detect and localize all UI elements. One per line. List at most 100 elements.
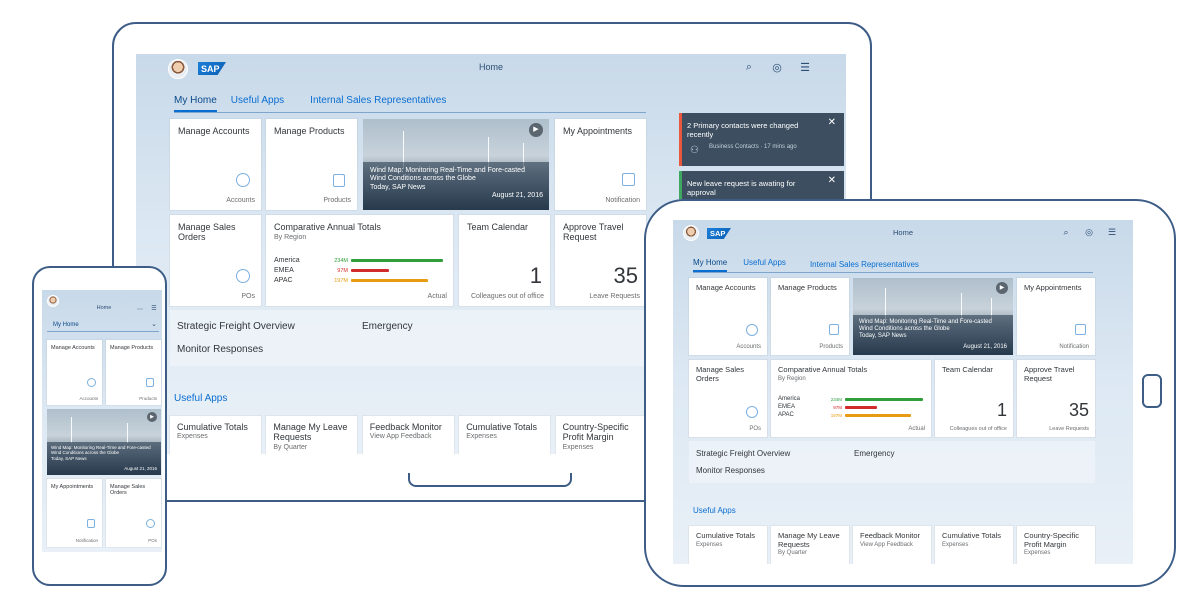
link-strategic-freight[interactable]: Strategic Freight Overview <box>696 449 790 458</box>
copilot-icon[interactable]: ◎ <box>770 61 784 74</box>
copilot-icon[interactable]: ◎ <box>1083 227 1095 238</box>
user-avatar[interactable] <box>168 59 188 79</box>
tile-my-appointments[interactable]: My Appointments Notification <box>47 479 102 547</box>
notification-item[interactable]: New leave request is awating for approva… <box>679 171 844 199</box>
useful-app-tile[interactable]: Cumulative Totals Expenses <box>689 526 767 564</box>
tile-title: Cumulative Totals Expenses <box>466 422 545 441</box>
useful-app-tile[interactable]: Feedback Monitor View App Feedback <box>362 416 454 454</box>
tile-manage-products[interactable]: Manage Products Products <box>266 119 357 210</box>
accounts-icon <box>746 324 758 336</box>
tile-title: Feedback Monitor View App Feedback <box>860 531 926 549</box>
tab-useful-apps[interactable]: Useful Apps <box>231 95 284 112</box>
tab-my-home[interactable]: My Home <box>174 95 217 112</box>
useful-app-tile[interactable]: Cumulative Totals Expenses <box>935 526 1013 564</box>
tile-subtitle: By Quarter <box>273 443 308 451</box>
user-avatar[interactable] <box>683 225 699 241</box>
tab-select[interactable]: My Home ⌄ <box>47 320 159 332</box>
tile-title: Manage Products <box>778 283 837 292</box>
play-icon[interactable]: ▶ <box>529 123 543 137</box>
tile-comparative-totals[interactable]: Comparative Annual Totals By Region Amer… <box>266 215 453 306</box>
chart-row: America 234M <box>778 396 923 402</box>
menu-icon[interactable]: ☰ <box>150 305 158 312</box>
chart-bar <box>351 259 443 262</box>
news-date: August 21, 2016 <box>492 192 543 199</box>
accounts-icon <box>236 173 250 187</box>
link-emergency[interactable]: Emergency <box>362 321 413 332</box>
overflow-icon[interactable]: ⋯ <box>136 306 144 313</box>
tile-title: Manage Accounts <box>696 283 756 292</box>
news-tile[interactable]: ▶ Wind Map: Monitoring Real-Time and For… <box>363 119 549 210</box>
user-avatar[interactable] <box>47 295 59 307</box>
tile-footer: POs <box>241 293 255 300</box>
tab-useful-apps[interactable]: Useful Apps <box>743 258 786 272</box>
tile-footer: Actual <box>427 293 447 300</box>
products-icon <box>333 174 345 187</box>
tab-my-home[interactable]: My Home <box>693 258 728 272</box>
link-monitor-responses[interactable]: Monitor Responses <box>696 466 765 475</box>
tile-manage-accounts[interactable]: Manage Accounts Accounts <box>689 278 767 355</box>
anchor-bar: My Home Useful Apps Internal Sales Repre… <box>174 95 446 112</box>
useful-app-tile[interactable]: Country-Specific Profit Margin Expenses <box>1017 526 1095 564</box>
tile-comparative-totals[interactable]: Comparative Annual Totals By Region Amer… <box>771 360 931 437</box>
play-icon[interactable]: ▶ <box>996 282 1008 294</box>
useful-app-tile[interactable]: Country-Specific Profit Margin Expenses <box>555 416 647 454</box>
chart-row: APAC 197M <box>778 412 911 418</box>
tile-footer: Colleagues out of office <box>949 426 1007 432</box>
tile-manage-products[interactable]: Manage Products Products <box>106 340 161 405</box>
tile-footer: Accounts <box>79 396 98 401</box>
tile-team-calendar[interactable]: Team Calendar 1 Colleagues out of office <box>935 360 1013 437</box>
tablet-home-button[interactable] <box>1142 374 1162 408</box>
tile-manage-accounts[interactable]: Manage Accounts Accounts <box>170 119 261 210</box>
notification-item[interactable]: 2 Primary contacts were changed recently… <box>679 113 844 166</box>
search-icon[interactable]: ⌕ <box>742 61 756 74</box>
news-source: Today, SAP News <box>51 455 87 461</box>
tile-subtitle: Expenses <box>177 433 208 441</box>
tile-manage-accounts[interactable]: Manage Accounts Accounts <box>47 340 102 405</box>
close-icon[interactable]: ✕ <box>828 117 836 128</box>
link-emergency[interactable]: Emergency <box>854 449 894 458</box>
tile-team-calendar[interactable]: Team Calendar 1 Colleagues out of office <box>459 215 550 306</box>
comparison-chart: America 234M EMEA 97M APAC 197M <box>274 257 446 287</box>
tile-subtitle: By Region <box>274 234 307 241</box>
tab-internal-sales[interactable]: Internal Sales Representatives <box>810 260 919 272</box>
menu-icon[interactable]: ☰ <box>798 61 812 74</box>
shell-title: Home <box>892 228 913 237</box>
tile-manage-sales-orders[interactable]: Manage Sales Orders POs <box>689 360 767 437</box>
useful-app-tile[interactable]: Cumulative Totals Expenses <box>459 416 551 454</box>
tab-internal-sales[interactable]: Internal Sales Representatives <box>310 95 446 112</box>
news-tile[interactable]: ▶ Wind Map: Monitoring Real-Time and For… <box>853 278 1013 355</box>
tile-footer: POs <box>148 538 157 543</box>
tile-footer: Products <box>819 344 843 350</box>
tile-title: Country-Specific Profit Margin Expenses <box>563 422 642 452</box>
useful-app-tile[interactable]: Manage My Leave Requests By Quarter <box>266 416 358 454</box>
link-monitor-responses[interactable]: Monitor Responses <box>177 344 263 355</box>
tile-title: Cumulative Totals Expenses <box>942 531 1008 549</box>
tile-title: My Appointments <box>563 126 633 136</box>
tile-footer: Notification <box>605 197 640 204</box>
tile-footer: Accounts <box>736 344 761 350</box>
tile-manage-products[interactable]: Manage Products Products <box>771 278 849 355</box>
tile-my-appointments[interactable]: My Appointments Notification <box>555 119 646 210</box>
tile-my-appointments[interactable]: My Appointments Notification <box>1017 278 1095 355</box>
chart-category-label: America <box>778 396 801 402</box>
chart-value-label: 97M <box>833 404 842 410</box>
tile-title: Comparative Annual Totals <box>274 222 381 232</box>
tile-footer: POs <box>749 426 761 432</box>
news-source: Today, SAP News <box>859 333 907 340</box>
tile-approve-travel[interactable]: Approve Travel Request 35 Leave Requests <box>555 215 646 306</box>
chart-row: EMEA 97M <box>778 404 877 410</box>
tile-manage-sales-orders[interactable]: Manage Sales Orders POs <box>170 215 261 306</box>
play-icon[interactable]: ▶ <box>147 412 157 422</box>
useful-app-tile[interactable]: Cumulative Totals Expenses <box>170 416 261 454</box>
useful-app-tile[interactable]: Feedback Monitor View App Feedback <box>853 526 931 564</box>
useful-app-tile[interactable]: Manage My Leave Requests By Quarter <box>771 526 849 564</box>
search-icon[interactable]: ⌕ <box>1060 227 1072 238</box>
menu-icon[interactable]: ☰ <box>1106 227 1118 238</box>
link-strategic-freight[interactable]: Strategic Freight Overview <box>177 321 295 332</box>
tile-approve-travel[interactable]: Approve Travel Request 35 Leave Requests <box>1017 360 1095 437</box>
close-icon[interactable]: ✕ <box>828 175 836 186</box>
news-tile[interactable]: ▶ Wind Map: Monitoring Real-Time and For… <box>47 409 161 475</box>
tile-title: Manage Sales Orders <box>178 222 236 243</box>
tile-manage-sales-orders[interactable]: Manage Sales Orders POs <box>106 479 161 547</box>
tile-subtitle: Expenses <box>466 433 497 441</box>
